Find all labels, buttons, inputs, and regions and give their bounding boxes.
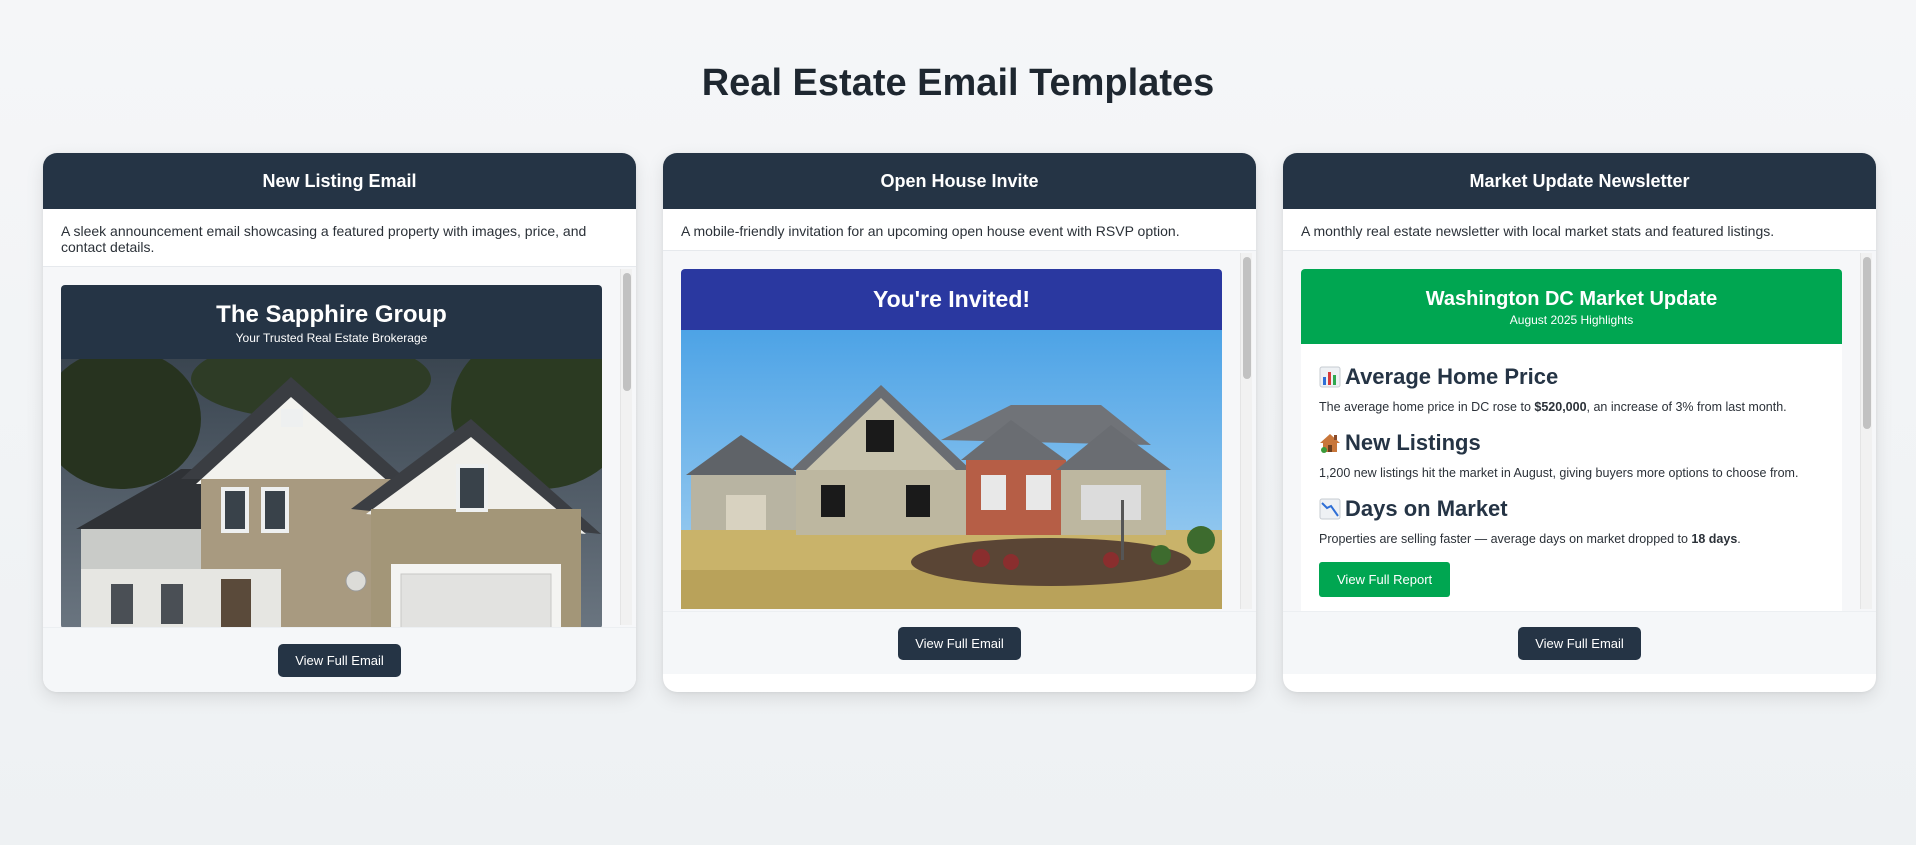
email-heading: You're Invited!: [681, 269, 1222, 330]
section-text: Properties are selling faster — average …: [1319, 532, 1741, 546]
scrollbar-thumb[interactable]: [1863, 257, 1871, 429]
card-description: A mobile-friendly invitation for an upco…: [663, 209, 1256, 251]
preview-scrollbar[interactable]: [620, 269, 632, 625]
email-preview[interactable]: You're Invited!: [663, 251, 1256, 611]
template-card-open-house: Open House Invite A mobile-friendly invi…: [663, 153, 1256, 692]
page-title: Real Estate Email Templates: [701, 62, 1215, 104]
section-title: New Listings: [1345, 430, 1481, 455]
template-cards: New Listing Email A sleek announcement e…: [43, 153, 1876, 692]
section-text: The average home price in DC rose to $52…: [1319, 400, 1787, 414]
property-photo: [61, 359, 602, 627]
template-card-new-listing: New Listing Email A sleek announcement e…: [43, 153, 636, 692]
email-header: Washington DC Market Update August 2025 …: [1301, 269, 1842, 344]
email-preview[interactable]: The Sapphire Group Your Trusted Real Est…: [43, 267, 636, 627]
card-title: New Listing Email: [43, 153, 636, 209]
email-preview[interactable]: Washington DC Market Update August 2025 …: [1283, 251, 1876, 611]
preview-scrollbar[interactable]: [1860, 253, 1872, 609]
property-photo: [681, 330, 1222, 609]
section-new-listings: New Listings 1,200 new listings hit the …: [1319, 430, 1824, 480]
house-icon: [1319, 432, 1341, 454]
chart-down-icon: [1319, 498, 1341, 520]
view-full-email-button[interactable]: View Full Email: [898, 626, 1021, 660]
scrollbar-thumb[interactable]: [623, 273, 631, 391]
card-footer: View Full Email: [663, 611, 1256, 674]
brand-name: The Sapphire Group: [216, 301, 447, 328]
email-new-listing: The Sapphire Group Your Trusted Real Est…: [61, 285, 602, 627]
section-text: 1,200 new listings hit the market in Aug…: [1319, 466, 1799, 480]
card-description: A monthly real estate newsletter with lo…: [1283, 209, 1876, 251]
view-full-email-button[interactable]: View Full Email: [278, 643, 401, 677]
card-footer: View Full Email: [1283, 611, 1876, 674]
scrollbar-thumb[interactable]: [1243, 257, 1251, 379]
email-heading: Washington DC Market Update: [1425, 288, 1718, 310]
view-full-report-button[interactable]: View Full Report: [1319, 562, 1451, 597]
email-subheading: August 2025 Highlights: [1509, 313, 1634, 327]
email-header: The Sapphire Group Your Trusted Real Est…: [61, 285, 602, 359]
section-title: Average Home Price: [1345, 364, 1559, 389]
email-open-house: You're Invited!: [681, 269, 1222, 609]
bar-chart-icon: [1319, 366, 1341, 388]
email-body: Average Home Price The average home pric…: [1301, 344, 1842, 611]
card-description: A sleek announcement email showcasing a …: [43, 209, 636, 267]
card-title: Market Update Newsletter: [1283, 153, 1876, 209]
card-title: Open House Invite: [663, 153, 1256, 209]
email-market-update: Washington DC Market Update August 2025 …: [1301, 269, 1842, 611]
card-footer: View Full Email: [43, 627, 636, 692]
brand-tagline: Your Trusted Real Estate Brokerage: [235, 331, 428, 345]
template-card-market-update: Market Update Newsletter A monthly real …: [1283, 153, 1876, 692]
section-days-on-market: Days on Market Properties are selling fa…: [1319, 496, 1824, 546]
preview-scrollbar[interactable]: [1240, 253, 1252, 609]
view-full-email-button[interactable]: View Full Email: [1518, 626, 1641, 660]
section-average-home-price: Average Home Price The average home pric…: [1319, 364, 1824, 414]
section-title: Days on Market: [1345, 496, 1508, 521]
